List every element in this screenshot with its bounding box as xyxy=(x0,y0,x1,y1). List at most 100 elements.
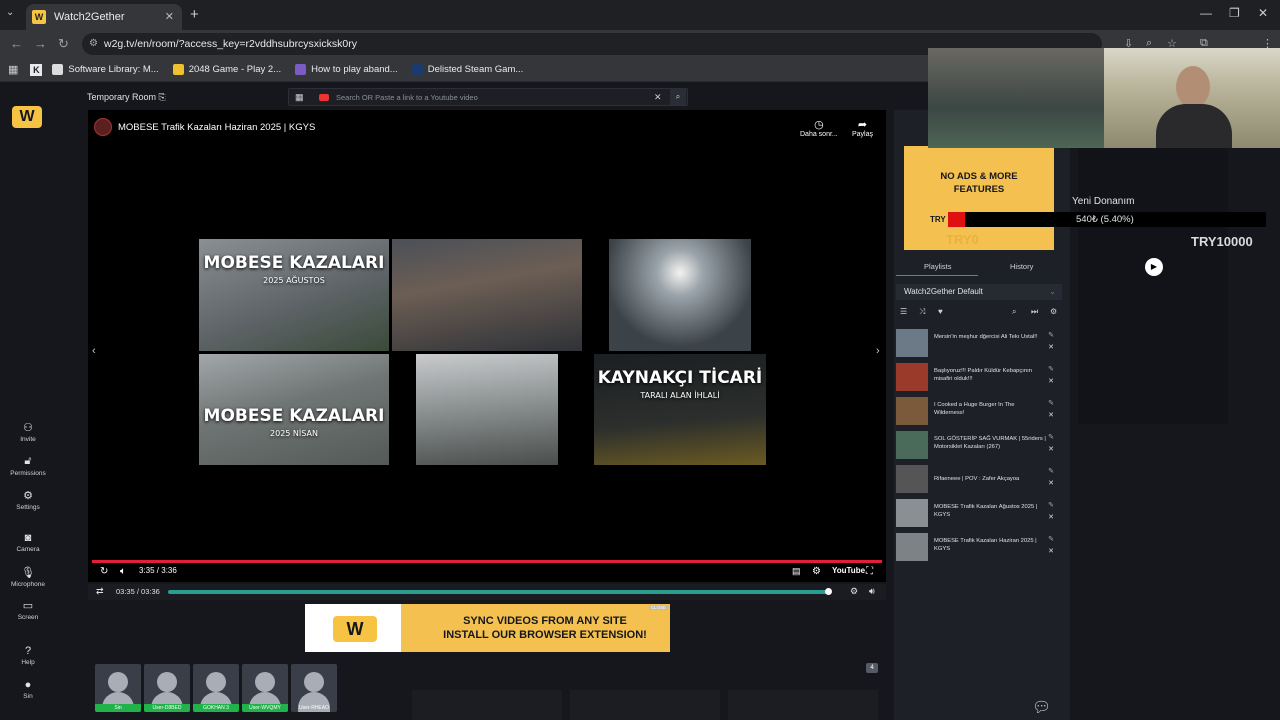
screen-button[interactable]: ▭ Screen xyxy=(10,599,46,621)
sync-icon[interactable]: ⇄ xyxy=(96,586,104,597)
kleki-icon[interactable]: K xyxy=(30,63,43,76)
watch-later-button[interactable]: ◷ Daha sonr... xyxy=(800,118,838,138)
channel-avatar[interactable] xyxy=(94,118,112,136)
subtitles-icon[interactable]: ▤ xyxy=(792,566,801,577)
tab-search-icon[interactable]: ⌄ xyxy=(6,7,14,18)
help-button[interactable]: ? Help xyxy=(10,645,46,666)
playlist-item[interactable]: MOBESE Trafik Kazaları Ağustos 2025 | KG… xyxy=(896,499,1062,531)
playlist-settings-icon[interactable]: ⚙ xyxy=(1050,307,1057,316)
remove-icon[interactable]: ✕ xyxy=(1048,377,1054,385)
skip-icon[interactable]: ⏭ xyxy=(1031,307,1038,317)
user-tile[interactable]: Sin xyxy=(95,664,141,712)
user-tile[interactable]: User-D8BED xyxy=(144,664,190,712)
video-settings-icon[interactable]: ⚙ xyxy=(812,566,821,577)
video-thumb-van[interactable] xyxy=(416,354,558,465)
search-button[interactable]: ⌕ xyxy=(670,89,686,105)
edit-icon[interactable]: ✎ xyxy=(1048,535,1054,543)
video-thumb-april[interactable]: MOBESE KAZALARI 2025 NİSAN xyxy=(199,354,389,465)
permissions-button[interactable]: 🔓︎ Permissions xyxy=(10,455,46,477)
shuffle-icon[interactable]: ⤨ xyxy=(919,307,925,317)
search-icon[interactable]: ⌕ xyxy=(1012,307,1016,317)
remove-icon[interactable]: ✕ xyxy=(1048,411,1054,419)
settings-button[interactable]: ⚙ Settings xyxy=(10,489,46,511)
playlist-item[interactable]: Mersin'in meşhur dğercisi Ali Tekı Ustal… xyxy=(896,329,1062,361)
video-time: 3:35 / 3:36 xyxy=(139,566,177,575)
camera-button[interactable]: ◙ Camera xyxy=(10,532,46,553)
player-volume-icon[interactable]: 🔊︎ xyxy=(869,586,875,597)
bookmark-software-library[interactable]: Software Library: M... xyxy=(52,64,159,75)
youtube-logo[interactable]: YouTube xyxy=(832,566,865,575)
site-grid-icon[interactable]: ▦ xyxy=(295,92,304,103)
browser-tab[interactable]: W Watch2Gether ✕ xyxy=(26,4,182,30)
remove-icon[interactable]: ✕ xyxy=(1048,343,1054,351)
playlist-item[interactable]: I Cooked a Huge Burger In The Wilderness… xyxy=(896,397,1062,429)
video-thumb-intersection[interactable] xyxy=(392,239,582,351)
close-tab-icon[interactable]: ✕ xyxy=(165,10,174,23)
video-title[interactable]: MOBESE Trafik Kazaları Haziran 2025 | KG… xyxy=(118,122,315,133)
replay-icon[interactable]: ↻ xyxy=(100,566,108,577)
banner-close-button[interactable]: CLOSE xyxy=(648,605,668,610)
profile-button[interactable]: ● Sin xyxy=(10,679,46,700)
playlist-select[interactable]: Watch2Gether Default ⌄ xyxy=(896,284,1062,300)
bookmark-2048[interactable]: 2048 Game - Play 2... xyxy=(172,64,281,75)
list-icon[interactable]: ☰ xyxy=(900,307,907,316)
close-window-icon[interactable]: ✕ xyxy=(1258,6,1268,20)
user-tile[interactable]: GOKHAN 3 xyxy=(193,664,239,712)
sync-progress-knob[interactable] xyxy=(824,588,832,595)
cam-slot xyxy=(728,690,878,720)
video-thumb-kaynakci[interactable]: KAYNAKÇI TİCARİ TARALI ALAN İHLALİ xyxy=(594,354,766,465)
playlist-thumbnail xyxy=(896,499,928,527)
edit-icon[interactable]: ✎ xyxy=(1048,331,1054,339)
share-button[interactable]: ➦ Paylaş xyxy=(852,118,873,138)
remove-icon[interactable]: ✕ xyxy=(1048,513,1054,521)
edit-icon[interactable]: ✎ xyxy=(1048,399,1054,407)
premium-ad[interactable]: NO ADS & MORE FEATURES TRY0 xyxy=(904,146,1054,250)
tab-playlists[interactable]: Playlists xyxy=(924,262,952,271)
user-tile[interactable]: User-WVQMY xyxy=(242,664,288,712)
site-info-icon[interactable]: ⚙ xyxy=(89,38,98,49)
microphone-button[interactable]: 🎙︎ Microphone xyxy=(10,566,46,588)
back-icon[interactable]: ← xyxy=(10,36,23,51)
invite-button[interactable]: ⚇ Invite xyxy=(10,421,46,443)
sync-progress-bar[interactable] xyxy=(168,590,829,594)
tab-history[interactable]: History xyxy=(1010,262,1033,271)
w2g-logo[interactable]: W xyxy=(12,106,42,128)
remove-icon[interactable]: ✕ xyxy=(1048,547,1054,555)
video-search-input[interactable]: Search OR Paste a link to a Youtube vide… xyxy=(288,88,688,106)
video-thumb-august[interactable]: MOBESE KAZALARI 2025 AĞUSTOS xyxy=(199,239,389,351)
remove-icon[interactable]: ✕ xyxy=(1048,445,1054,453)
playlist-item[interactable]: Başlıyoruz!!! Paldır Küldür Kebapçının m… xyxy=(896,363,1062,395)
extension-banner[interactable]: W SYNC VIDEOS FROM ANY SITE INSTALL OUR … xyxy=(305,604,670,652)
edit-icon[interactable]: ✎ xyxy=(1048,501,1054,509)
reload-icon[interactable]: ↻ xyxy=(58,36,69,52)
cam-slot xyxy=(412,690,562,720)
player-settings-icon[interactable]: ⚙ xyxy=(850,586,858,597)
minimize-icon[interactable]: — xyxy=(1200,6,1212,20)
edit-icon[interactable]: ✎ xyxy=(1048,467,1054,475)
forward-icon[interactable]: → xyxy=(34,36,47,51)
video-progress-bar[interactable] xyxy=(92,560,882,563)
previous-arrow-icon[interactable]: ‹ xyxy=(92,345,96,357)
volume-icon[interactable]: 🔈︎ xyxy=(120,566,126,577)
fullscreen-icon[interactable]: ⛶ xyxy=(866,566,873,577)
edit-icon[interactable]: ✎ xyxy=(1048,433,1054,441)
playlist-item[interactable]: SOL GÖSTERİP SAĞ VURMAK | 55riders | Mot… xyxy=(896,431,1062,463)
chat-icon[interactable]: 💬︎ xyxy=(1032,698,1051,716)
bookmark-abandonware[interactable]: How to play aband... xyxy=(295,64,398,75)
room-name[interactable]: Temporary Room ⎘ xyxy=(87,92,166,103)
apps-grid-icon[interactable]: ▦ xyxy=(8,63,18,76)
video-thumb-dashcam[interactable] xyxy=(609,239,751,351)
user-tile[interactable]: User-RHEAO xyxy=(291,664,337,712)
edit-icon[interactable]: ✎ xyxy=(1048,365,1054,373)
clear-search-icon[interactable]: ✕ xyxy=(654,92,662,103)
next-arrow-icon[interactable]: › xyxy=(876,345,880,357)
heart-icon[interactable]: ♥ xyxy=(938,307,943,316)
remove-icon[interactable]: ✕ xyxy=(1048,479,1054,487)
playlist-item[interactable]: Rifaeneee | POV : Zafer Akçayoa ✎ ✕ xyxy=(896,465,1062,497)
new-tab-icon[interactable]: + xyxy=(190,6,199,23)
play-icon[interactable]: ▶ xyxy=(1145,258,1163,276)
playlist-thumbnail xyxy=(896,329,928,357)
playlist-item[interactable]: MOBESE Trafik Kazaları Haziran 2025 | KG… xyxy=(896,533,1062,565)
bookmark-delisted-steam[interactable]: Delisted Steam Gam... xyxy=(411,64,523,75)
maximize-icon[interactable]: ❐ xyxy=(1229,6,1240,20)
